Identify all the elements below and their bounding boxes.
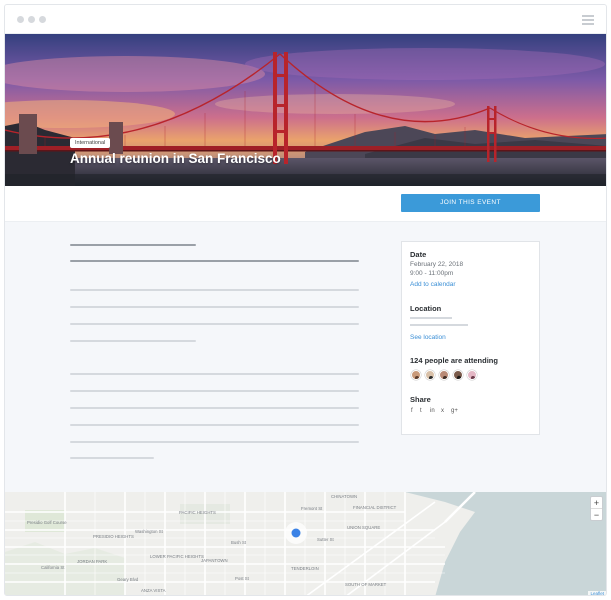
text-line-placeholder	[70, 407, 359, 409]
see-location-link[interactable]: See location	[410, 334, 446, 341]
attendee-avatar[interactable]	[411, 370, 421, 380]
facebook-icon[interactable]: f	[411, 408, 413, 414]
attendee-avatar[interactable]	[425, 370, 435, 380]
linkedin-icon[interactable]: in	[430, 408, 435, 414]
event-location-map[interactable]: Fremont St CHINATOWN FINANCIAL DISTRICT …	[5, 492, 606, 595]
hamburger-menu-icon[interactable]	[582, 15, 594, 25]
map-attribution-link[interactable]: Leaflet	[588, 591, 606, 595]
map-label: Geary Blvd	[117, 577, 139, 582]
window-dot-maximize[interactable]	[39, 16, 46, 23]
map-label: Post St	[235, 576, 249, 581]
map-label: Fremont St	[301, 506, 323, 511]
map-label: ANZA VISTA	[141, 588, 166, 593]
description-heading-placeholder	[70, 244, 196, 246]
attending-heading: 124 people are attending	[410, 356, 498, 365]
map-label: JAPANTOWN	[201, 558, 228, 563]
map-label: FINANCIAL DISTRICT	[353, 505, 397, 510]
location-heading: Location	[410, 304, 442, 313]
event-hero-banner: International Annual reunion in San Fran…	[5, 34, 606, 186]
map-label: California St	[41, 565, 65, 570]
map-label: Presidio Golf Course	[27, 520, 67, 525]
map-label: LOWER PACIFIC HEIGHTS	[150, 554, 204, 559]
map-zoom-control: + −	[590, 496, 603, 521]
window-dot-close[interactable]	[17, 16, 24, 23]
map-label: CHINATOWN	[331, 494, 358, 499]
zoom-out-button[interactable]: −	[591, 509, 602, 521]
event-time: 9:00 - 11:00pm	[410, 270, 454, 277]
description-subheading-placeholder	[70, 260, 359, 262]
map-label: PRESIDIO HEIGHTS	[93, 534, 134, 539]
twitter-icon[interactable]: t	[420, 408, 422, 414]
google-plus-icon[interactable]: g+	[451, 408, 458, 414]
map-label: PACIFIC HEIGHTS	[179, 510, 216, 515]
text-line-placeholder	[70, 289, 359, 291]
text-line-placeholder	[70, 424, 359, 426]
attendee-avatar[interactable]	[439, 370, 449, 380]
map-label: UNION SQUARE	[347, 525, 381, 530]
text-line-placeholder	[70, 390, 359, 392]
text-line-placeholder	[70, 340, 196, 342]
text-line-placeholder	[70, 441, 359, 443]
xing-icon[interactable]: x	[441, 408, 444, 414]
location-line-placeholder	[410, 317, 452, 319]
event-category-badge: International	[70, 138, 111, 148]
map-label: JORDAN PARK	[77, 559, 108, 564]
map-label: SOUTH OF MARKET	[345, 582, 387, 587]
join-event-button[interactable]: JOIN THIS EVENT	[401, 194, 540, 212]
zoom-in-button[interactable]: +	[591, 497, 602, 509]
event-date: February 22, 2018	[410, 261, 464, 268]
attendee-avatar[interactable]	[467, 370, 477, 380]
map-label: Washington St	[135, 529, 163, 534]
event-details-card: Date February 22, 2018 9:00 - 11:00pm Ad…	[401, 241, 540, 435]
text-line-placeholder	[70, 457, 154, 459]
add-to-calendar-link[interactable]: Add to calendar	[410, 281, 456, 288]
window-titlebar	[5, 5, 606, 34]
window-dot-minimize[interactable]	[28, 16, 35, 23]
text-line-placeholder	[70, 306, 359, 308]
map-label: TENDERLOIN	[291, 566, 319, 571]
browser-window: International Annual reunion in San Fran…	[4, 4, 607, 596]
event-title: Annual reunion in San Francisco	[70, 151, 281, 166]
text-line-placeholder	[70, 373, 359, 375]
location-line-placeholder	[410, 324, 468, 326]
map-label: Bush St	[231, 540, 247, 545]
date-heading: Date	[410, 250, 427, 259]
share-heading: Share	[410, 395, 431, 404]
text-line-placeholder	[70, 323, 359, 325]
event-action-bar: JOIN THIS EVENT	[5, 186, 606, 222]
map-label: Sutter St	[317, 537, 334, 542]
attendee-avatar[interactable]	[453, 370, 463, 380]
